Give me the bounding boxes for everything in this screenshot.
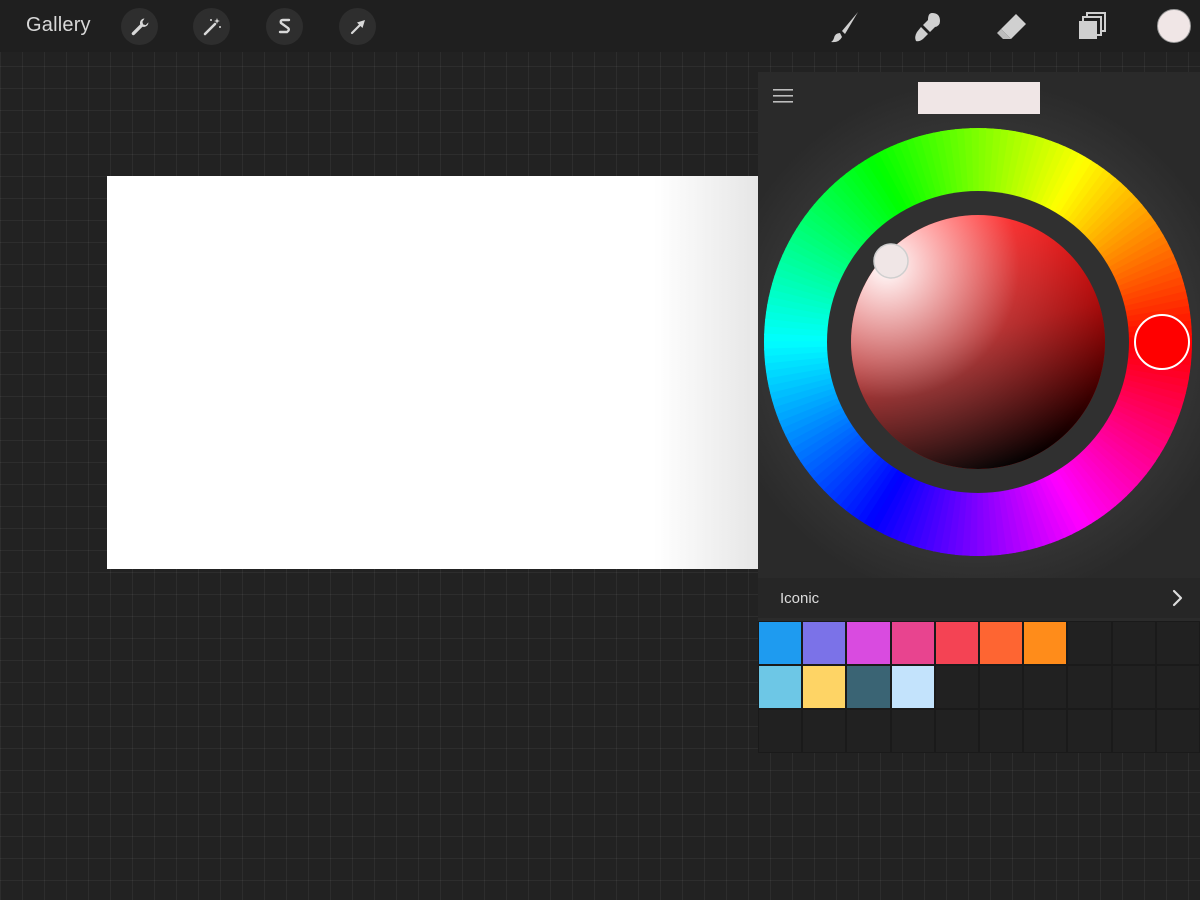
layers-button[interactable] <box>1072 7 1112 47</box>
current-color-button[interactable] <box>1157 9 1191 43</box>
hamburger-icon[interactable] <box>772 86 794 106</box>
chevron-right-icon[interactable] <box>1168 589 1186 607</box>
transform-button[interactable] <box>339 8 376 45</box>
hue-knob[interactable] <box>1134 314 1190 370</box>
empty-swatch-slot[interactable] <box>978 665 1024 709</box>
palette-swatch[interactable] <box>846 665 891 709</box>
empty-swatch-slot[interactable] <box>1067 621 1112 665</box>
empty-swatch-slot[interactable] <box>978 709 1024 753</box>
palette-swatch[interactable] <box>802 621 847 665</box>
empty-swatch-slot[interactable] <box>1111 665 1156 709</box>
layers-icon <box>1079 12 1106 39</box>
palette-swatch[interactable] <box>758 621 803 665</box>
empty-swatch-slot[interactable] <box>1023 665 1068 709</box>
empty-swatch-slot[interactable] <box>890 709 935 753</box>
adjustments-button[interactable] <box>193 8 230 45</box>
empty-swatch-slot[interactable] <box>1155 621 1200 665</box>
palette-swatch[interactable] <box>1023 621 1068 665</box>
magic-wand-icon <box>203 17 221 35</box>
empty-swatch-slot[interactable] <box>1111 621 1156 665</box>
palette-header[interactable]: Iconic <box>758 578 1200 618</box>
eraser-button[interactable] <box>992 7 1032 47</box>
empty-swatch-slot[interactable] <box>846 709 891 753</box>
color-panel: Iconic <box>758 72 1200 753</box>
palette-swatch[interactable] <box>802 665 847 709</box>
palette-swatch[interactable] <box>934 621 979 665</box>
brush-icon <box>831 12 858 43</box>
selected-color-preview[interactable] <box>918 82 1040 114</box>
palette-swatch[interactable] <box>758 665 803 709</box>
palette-swatch[interactable] <box>978 621 1024 665</box>
actions-button[interactable] <box>121 8 158 45</box>
palette-name: Iconic <box>780 590 820 607</box>
empty-swatch-slot[interactable] <box>1155 665 1200 709</box>
palette-swatch[interactable] <box>846 621 891 665</box>
smudge-button[interactable] <box>908 7 948 47</box>
brush-button[interactable] <box>826 7 866 47</box>
palette-swatches <box>758 621 1200 753</box>
empty-swatch-slot[interactable] <box>934 665 979 709</box>
top-toolbar: Gallery <box>0 0 1200 52</box>
empty-swatch-slot[interactable] <box>1155 709 1200 753</box>
smudge-icon <box>915 13 940 42</box>
palette-swatch[interactable] <box>890 621 935 665</box>
empty-swatch-slot[interactable] <box>758 709 803 753</box>
drawing-canvas[interactable] <box>107 176 758 569</box>
transform-arrow-icon <box>350 19 365 34</box>
empty-swatch-slot[interactable] <box>802 709 847 753</box>
gallery-button[interactable]: Gallery <box>26 14 91 37</box>
wrench-icon <box>131 17 148 35</box>
empty-swatch-slot[interactable] <box>934 709 979 753</box>
empty-swatch-slot[interactable] <box>1111 709 1156 753</box>
eraser-icon <box>997 14 1026 39</box>
empty-swatch-slot[interactable] <box>1067 709 1112 753</box>
empty-swatch-slot[interactable] <box>1067 665 1112 709</box>
saturation-knob[interactable] <box>873 243 909 279</box>
selection-icon <box>278 18 290 33</box>
selection-button[interactable] <box>266 8 303 45</box>
empty-swatch-slot[interactable] <box>1023 709 1068 753</box>
color-wheel[interactable] <box>763 127 1193 557</box>
palette-swatch[interactable] <box>890 665 935 709</box>
